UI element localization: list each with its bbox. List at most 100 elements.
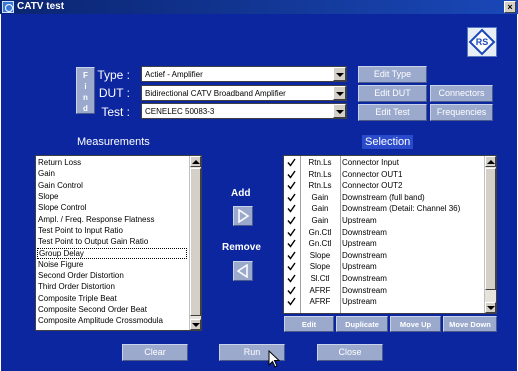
checkmark-icon[interactable] <box>287 262 296 272</box>
selection-description: Downstream <box>342 285 387 295</box>
measurement-item[interactable]: Ampl. / Freq. Response Flatness <box>38 215 155 224</box>
scroll-thumb[interactable] <box>485 168 496 290</box>
measurement-item[interactable]: Gain Control <box>38 181 83 190</box>
selection-row[interactable]: Slope Downstream <box>284 251 484 260</box>
arrow-left-icon <box>236 264 248 278</box>
selection-row[interactable]: Rtn.Ls Connector Input <box>284 158 484 167</box>
selection-description: Upstream <box>342 216 377 225</box>
edit-test-button[interactable]: Edit Test <box>358 104 427 121</box>
checkmark-icon[interactable] <box>287 170 296 179</box>
checkmark-icon[interactable] <box>287 216 296 225</box>
measurement-item[interactable]: Slope Control <box>38 203 86 212</box>
selection-code: AFRF <box>309 297 331 307</box>
selection-description: Downstream <box>342 250 387 260</box>
selection-row[interactable]: Slope Upstream <box>284 262 484 271</box>
selection-row[interactable]: Rtn.Ls Connector OUT1 <box>284 170 484 179</box>
checkmark-icon[interactable] <box>287 228 296 237</box>
scroll-thumb[interactable] <box>190 168 201 316</box>
chevron-down-icon[interactable] <box>333 104 346 118</box>
measurement-item[interactable]: Return Loss <box>38 158 81 167</box>
edit-dut-button[interactable]: Edit DUT <box>358 85 427 102</box>
checkmark-icon[interactable] <box>287 158 296 167</box>
mouse-cursor-icon <box>268 350 280 368</box>
add-button[interactable] <box>233 206 253 226</box>
selection-row[interactable]: Sl.Ctl Downstream <box>284 274 484 283</box>
selection-code: Gain <box>311 192 329 202</box>
measurement-item[interactable]: Composite Amplitude Crossmodula <box>38 316 163 325</box>
measurements-title: Measurements <box>77 136 150 148</box>
clear-button[interactable]: Clear <box>122 344 188 361</box>
selection-list[interactable]: AFRF Upstream AFRF Downstream Sl.Ctl Downstre… <box>283 155 497 314</box>
checkmark-icon[interactable] <box>287 193 296 202</box>
selection-description: Upstream <box>342 262 377 272</box>
selection-description: Downstream (Detail: Channel 36) <box>342 204 461 214</box>
selection-code: Sl.Ctl <box>310 274 330 283</box>
selection-code: Slope <box>309 262 331 272</box>
selection-row[interactable]: AFRF Upstream <box>284 297 484 306</box>
measurement-item[interactable]: Test Point to Output Gain Ratio <box>38 237 148 246</box>
selection-row[interactable]: Gain Upstream <box>284 216 484 225</box>
measurement-item[interactable]: Composite Triple Beat <box>38 294 117 303</box>
selection-row[interactable]: Gain Downstream (full band) <box>284 193 484 202</box>
edit-type-button[interactable]: Edit Type <box>358 66 427 83</box>
duplicate-button[interactable]: Duplicate <box>336 316 388 332</box>
measurement-item[interactable]: Test Point to Input Ratio <box>38 226 123 235</box>
test-combo[interactable]: CENELEC 50083-3 <box>141 103 347 119</box>
type-combo[interactable]: Actief - Amplifier <box>141 66 347 82</box>
scroll-up-icon[interactable] <box>485 156 496 167</box>
rohde-schwarz-logo-icon: RS <box>467 27 497 57</box>
column-divider <box>340 156 341 313</box>
measurement-item[interactable]: Second Order Distortion <box>38 271 124 280</box>
column-divider <box>300 156 301 313</box>
checkmark-icon[interactable] <box>287 251 296 260</box>
chevron-down-icon[interactable] <box>333 86 346 100</box>
add-label: Add <box>231 188 251 199</box>
measurement-item[interactable]: Slope <box>38 192 58 201</box>
checkmark-icon[interactable] <box>287 239 296 248</box>
checkmark-icon[interactable] <box>287 286 296 295</box>
dut-combo[interactable]: Bidirectional CATV Broadband Amplifier <box>141 85 347 101</box>
measurement-item[interactable]: Third Order Distortion <box>38 282 115 291</box>
arrow-right-icon <box>238 209 250 223</box>
measurement-item[interactable]: Gain <box>38 169 55 178</box>
remove-button[interactable] <box>233 261 253 281</box>
checkmark-icon[interactable] <box>287 204 296 214</box>
close-icon[interactable]: × <box>504 1 516 13</box>
selection-code: Gain <box>311 204 329 214</box>
close-button[interactable]: Close <box>317 344 383 361</box>
selection-code: Gn.Ctl <box>308 227 332 237</box>
selection-code: AFRF <box>309 285 331 295</box>
remove-label: Remove <box>222 242 261 253</box>
chevron-down-icon[interactable] <box>333 67 346 81</box>
selection-row[interactable]: Rtn.Ls Connector OUT2 <box>284 181 484 190</box>
connectors-button[interactable]: Connectors <box>430 85 493 102</box>
checkmark-icon[interactable] <box>287 181 296 190</box>
measurement-item[interactable]: Noise Figure <box>38 260 83 269</box>
selection-code: Rtn.Ls <box>308 158 332 167</box>
edit-selection-button[interactable]: Edit <box>284 316 334 332</box>
move-down-button[interactable]: Move Down <box>443 316 497 332</box>
selection-row[interactable]: Gain Downstream (Detail: Channel 36) <box>284 204 484 213</box>
checkmark-icon[interactable] <box>287 297 296 306</box>
selection-scrollbar[interactable] <box>484 156 496 313</box>
type-value: Actief - Amplifier <box>145 70 203 79</box>
measurement-item[interactable]: Group Delay <box>37 248 187 260</box>
scroll-down-icon[interactable] <box>485 302 496 313</box>
scroll-down-icon[interactable] <box>190 319 201 330</box>
measurement-item[interactable]: Composite Second Order Beat <box>38 305 147 314</box>
selection-code: Slope <box>309 250 331 260</box>
selection-row[interactable]: Gn.Ctl Upstream <box>284 239 484 248</box>
selection-description: Upstream <box>342 239 377 249</box>
selection-row[interactable]: Gn.Ctl Downstream <box>284 228 484 237</box>
title-bar[interactable]: CATV test × <box>0 0 518 14</box>
selection-row[interactable]: AFRF Downstream <box>284 286 484 295</box>
selection-description: Downstream (full band) <box>342 192 425 202</box>
move-up-button[interactable]: Move Up <box>390 316 441 332</box>
scroll-up-icon[interactable] <box>190 156 201 167</box>
measurements-scrollbar[interactable] <box>189 156 201 330</box>
frequencies-button[interactable]: Frequencies <box>430 104 493 121</box>
checkmark-icon[interactable] <box>287 274 296 283</box>
selection-description: Downstream <box>342 227 387 237</box>
measurements-list[interactable]: Composite Amplitude Crossmodula Composite… <box>35 155 202 331</box>
selection-code: Rtn.Ls <box>308 181 332 191</box>
